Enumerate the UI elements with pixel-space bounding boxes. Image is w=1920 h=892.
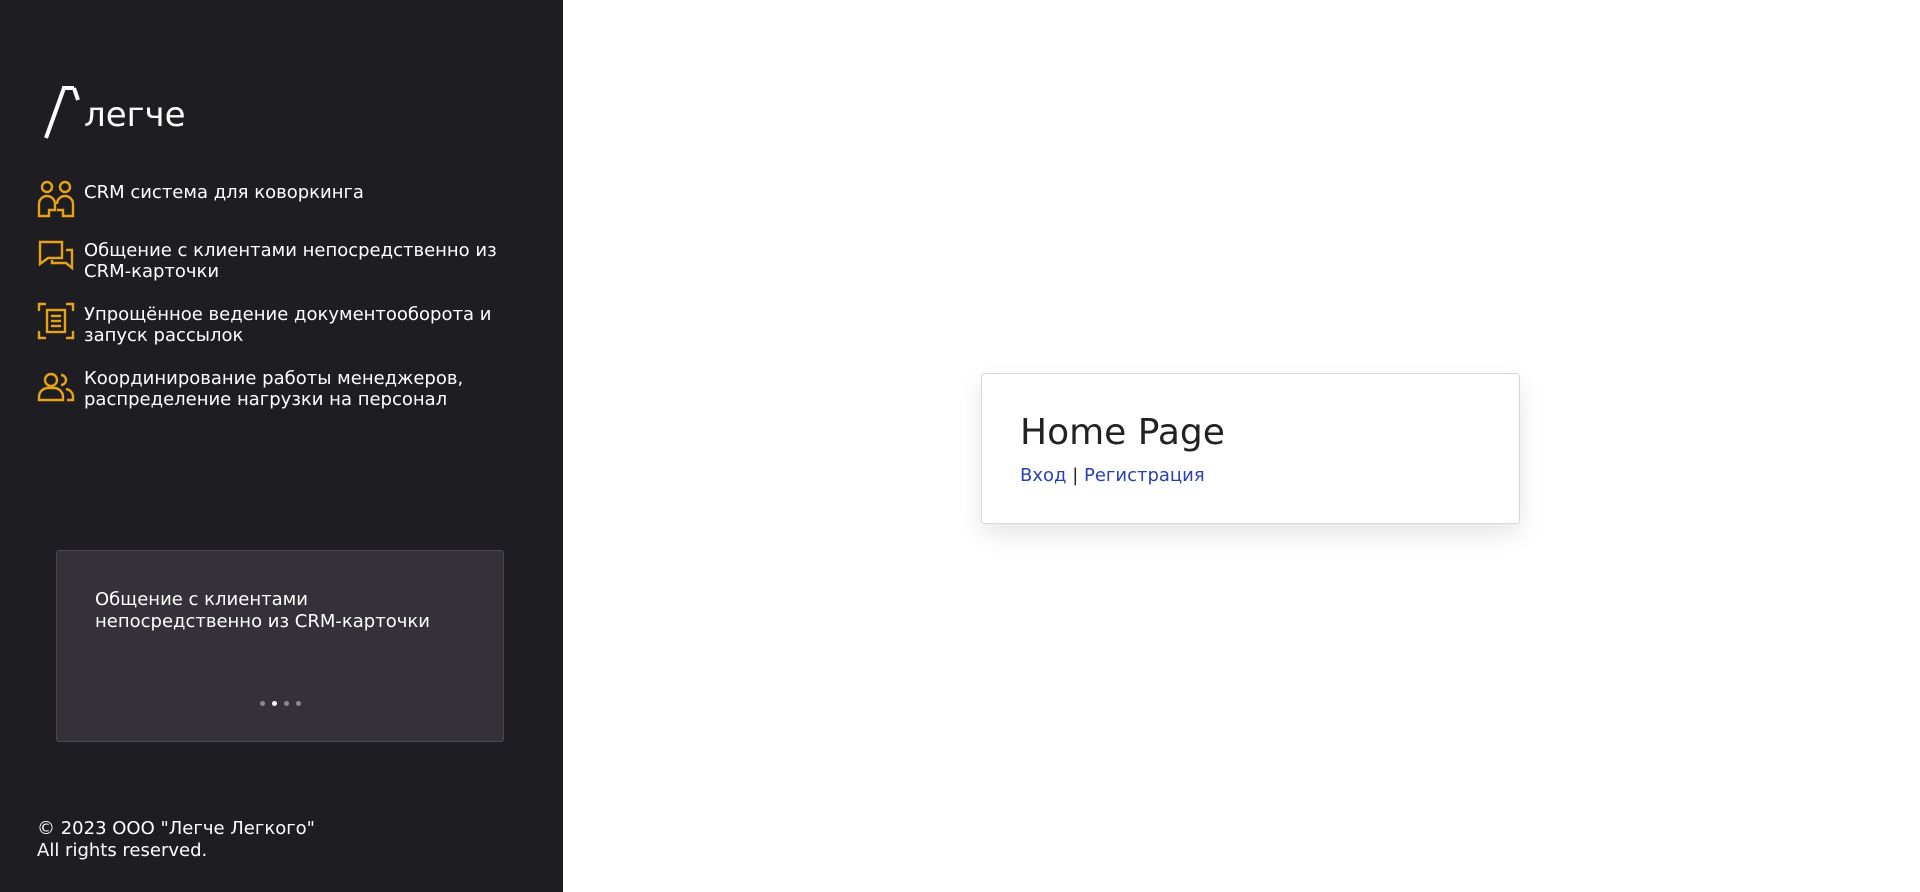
feature-carousel[interactable]: Общение с клиентами непосредственно из C…	[56, 550, 504, 742]
auth-links: Вход | Регистрация	[1020, 465, 1205, 487]
register-link[interactable]: Регистрация	[1084, 465, 1205, 486]
copyright-line: © 2023 ООО "Легче Легкого"	[37, 818, 315, 839]
carousel-dot[interactable]	[259, 701, 265, 706]
home-card: Home Page Вход | Регистрация	[981, 373, 1520, 524]
feature-item: Координирование работы менеджеров, распр…	[37, 366, 497, 410]
carousel-dot[interactable]	[283, 701, 289, 706]
link-separator: |	[1066, 465, 1084, 486]
users-icon	[37, 180, 75, 218]
carousel-pagination	[57, 701, 503, 706]
main-content: Home Page Вход | Регистрация	[563, 0, 1920, 892]
feature-label: Координирование работы менеджеров, распр…	[84, 368, 464, 410]
feature-item: CRM система для коворкинга	[37, 180, 497, 218]
feature-label: Общение с клиентами непосредственно из C…	[84, 240, 497, 282]
carousel-dot-active[interactable]	[271, 701, 277, 706]
chat-icon	[37, 238, 75, 276]
copyright-footer: © 2023 ООО "Легче Легкого" All rights re…	[37, 818, 315, 862]
brand-name: легче	[84, 95, 186, 135]
feature-label: CRM система для коворкинга	[84, 182, 364, 203]
feature-item: Упрощённое ведение документооборота и за…	[37, 302, 497, 346]
team-icon	[37, 366, 75, 404]
brand-logo: легче	[44, 86, 186, 140]
app-layout: легче CRM система для коворкинга Общение…	[0, 0, 1920, 892]
page-title: Home Page	[1020, 412, 1225, 453]
feature-item: Общение с клиентами непосредственно из C…	[37, 238, 497, 282]
carousel-slide-text: Общение с клиентами непосредственно из C…	[95, 589, 430, 632]
sidebar: легче CRM система для коворкинга Общение…	[0, 0, 563, 892]
rights-line: All rights reserved.	[37, 840, 208, 861]
feature-label: Упрощённое ведение документооборота и за…	[84, 304, 492, 346]
logo-mark-icon	[44, 86, 80, 139]
document-scan-icon	[37, 302, 75, 340]
login-link[interactable]: Вход	[1020, 465, 1066, 486]
feature-list: CRM система для коворкинга Общение с кли…	[37, 180, 497, 430]
carousel-dot[interactable]	[295, 701, 301, 706]
